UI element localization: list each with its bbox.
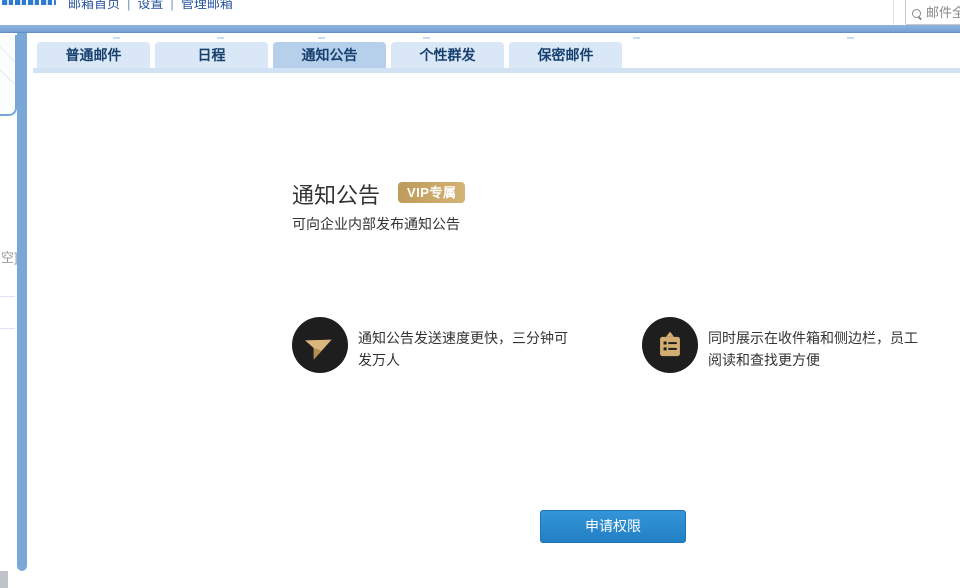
tab-notice[interactable]: 通知公告 — [273, 42, 386, 68]
tab-top-mark — [113, 37, 120, 39]
feature-icon-circle — [292, 317, 348, 373]
search-input[interactable] — [926, 5, 960, 20]
feature-text: 同时展示在收件箱和侧边栏，员工阅读和查找更方便 — [708, 327, 926, 371]
tab-confidential-mail[interactable]: 保密邮件 — [509, 42, 622, 68]
feature-text: 通知公告发送速度更快，三分钟可发万人 — [358, 327, 576, 371]
tab-top-mark — [847, 37, 854, 39]
vip-badge: VIP专属 — [398, 182, 465, 203]
tab-top-mark — [633, 37, 640, 39]
nav-separator: | — [127, 0, 130, 11]
tab-schedule[interactable]: 日程 — [155, 42, 268, 68]
bottom-left-strip — [0, 571, 8, 588]
sidebar-divider — [0, 328, 15, 329]
tab-personal-mass-send[interactable]: 个性群发 — [391, 42, 504, 68]
sidebar-blue-rail — [17, 33, 27, 571]
sidebar-divider — [0, 296, 15, 297]
paper-plane-icon — [301, 326, 338, 363]
mail-client-window: 邮箱首页 | 设置 | 管理邮箱 空] 普通邮件 日程 通知公告 个性群发 保密邮件 通… — [0, 0, 960, 588]
tab-top-mark — [217, 37, 224, 39]
feature-icon-circle — [642, 317, 698, 373]
compose-tab-bar: 普通邮件 日程 通知公告 个性群发 保密邮件 — [37, 42, 627, 68]
page-title: 通知公告 — [292, 178, 380, 210]
mail-logo — [2, 0, 56, 5]
tab-top-mark — [318, 37, 325, 39]
nav-separator: | — [170, 0, 173, 11]
apply-permission-button[interactable]: 申请权限 — [540, 510, 686, 543]
tab-top-mark — [423, 37, 430, 39]
nav-link-mail-home[interactable]: 邮箱首页 — [68, 0, 120, 11]
top-blue-band — [0, 25, 960, 33]
nav-link-settings[interactable]: 设置 — [137, 0, 163, 11]
tab-bar-underline — [33, 68, 960, 73]
header-divider — [893, 0, 894, 26]
bulletin-board-icon — [656, 331, 684, 359]
page-subtitle: 可向企业内部发布通知公告 — [292, 214, 460, 234]
sidebar-top-panel — [0, 35, 17, 116]
mail-search-box[interactable] — [905, 0, 960, 25]
header-nav: 邮箱首页 | 设置 | 管理邮箱 — [68, 0, 233, 12]
tab-normal-mail[interactable]: 普通邮件 — [37, 42, 150, 68]
search-icon — [912, 9, 923, 20]
nav-link-manage-mailbox[interactable]: 管理邮箱 — [181, 0, 233, 11]
sidebar-partial-text: 空] — [1, 247, 18, 266]
